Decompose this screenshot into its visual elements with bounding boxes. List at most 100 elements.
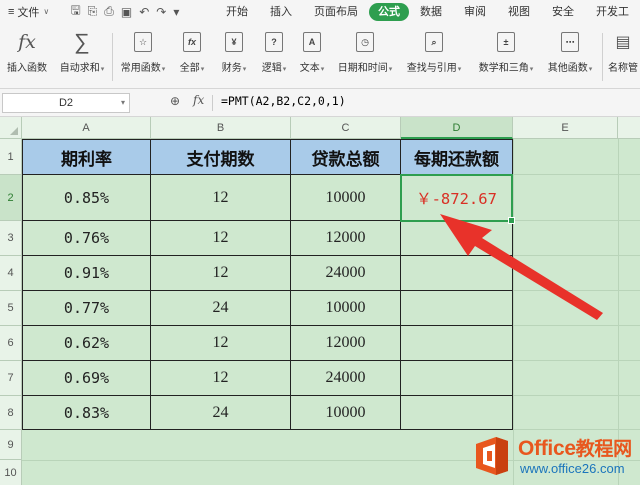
math-trig-button[interactable]: ± 数学和三角▾ [474, 29, 538, 74]
print-preview-icon[interactable]: ▣ [121, 5, 132, 19]
more-chevron-icon[interactable]: ▾ [173, 5, 179, 19]
common-functions-label: 常用函数 [120, 63, 161, 74]
cell-c1[interactable]: 贷款总额 [291, 140, 401, 175]
lookup-reference-button[interactable]: ⌕ 查找与引用▾ [402, 29, 466, 74]
save-icon[interactable]: 🖫 [70, 1, 80, 22]
common-functions-button[interactable]: ☆ 常用函数▾ [116, 29, 170, 74]
cell-d5[interactable] [401, 291, 513, 326]
tab-security[interactable]: 安全 [541, 3, 585, 21]
logical-functions-button[interactable]: ? 逻辑▾ [256, 29, 292, 74]
column-header-a[interactable]: A [22, 117, 151, 139]
cell-b6[interactable]: 12 [151, 326, 291, 361]
dropdown-caret-icon: ▾ [457, 66, 462, 73]
tab-data[interactable]: 数据 [409, 3, 453, 21]
grid-line [513, 255, 640, 256]
tab-review[interactable]: 审阅 [453, 3, 497, 21]
cell-d2[interactable]: ￥-872.67 [401, 175, 513, 221]
text-functions-button[interactable]: A 文本▾ [294, 29, 330, 74]
cell-a4[interactable]: 0.91% [23, 256, 151, 291]
cell-d4[interactable] [401, 256, 513, 291]
print-icon[interactable]: ⎙ [104, 4, 114, 19]
row-header-2[interactable]: 2 [0, 175, 22, 221]
cell-c6[interactable]: 12000 [291, 326, 401, 361]
row-header-5[interactable]: 5 [0, 291, 22, 326]
ribbon-divider [112, 33, 113, 81]
cell-b5[interactable]: 24 [151, 291, 291, 326]
tab-formulas[interactable]: 公式 [369, 2, 409, 21]
clock-book-icon: ◷ [356, 32, 374, 52]
zoom-search-icon[interactable]: ⊕ [170, 94, 180, 108]
all-functions-label: 全部 [179, 63, 200, 74]
insert-function-button[interactable]: fx 插入函数 [4, 29, 50, 74]
tab-home[interactable]: 开始 [215, 3, 259, 21]
cell-c4[interactable]: 24000 [291, 256, 401, 291]
cell-b4[interactable]: 12 [151, 256, 291, 291]
sigma-icon: ∑ [74, 29, 90, 54]
cell-c5[interactable]: 10000 [291, 291, 401, 326]
more-functions-button[interactable]: ⋯ 其他函数▾ [544, 29, 596, 74]
file-menu-label: 文件 [17, 6, 40, 19]
redo-icon[interactable]: ↷ [156, 5, 166, 19]
name-box[interactable]: D2 ▾ [2, 93, 130, 113]
row-header-4[interactable]: 4 [0, 256, 22, 291]
date-time-functions-label: 日期和时间 [337, 63, 388, 74]
cell-b2[interactable]: 12 [151, 175, 291, 221]
export-icon[interactable]: ⎘ [88, 4, 98, 19]
row-header-6[interactable]: 6 [0, 326, 22, 361]
cell-b8[interactable]: 24 [151, 396, 291, 430]
file-menu[interactable]: ≡ 文件 ∨ [0, 4, 64, 20]
cell-a6[interactable]: 0.62% [23, 326, 151, 361]
undo-icon[interactable]: ↶ [139, 5, 149, 19]
tab-insert[interactable]: 插入 [259, 3, 303, 21]
cell-b3[interactable]: 12 [151, 221, 291, 256]
cell-c2[interactable]: 10000 [291, 175, 401, 221]
cell-b7[interactable]: 12 [151, 361, 291, 396]
formula-input[interactable]: =PMT(A2,B2,C2,0,1) [221, 94, 346, 108]
column-header-f[interactable] [618, 117, 640, 139]
watermark-title-cn: 教程网 [575, 438, 632, 460]
spreadsheet-grid[interactable]: A B C D E 1 2 3 4 5 6 7 8 9 10 期利率 支付期数 … [0, 117, 640, 485]
select-all-corner[interactable] [0, 117, 22, 139]
row-header-3[interactable]: 3 [0, 221, 22, 256]
quick-access-toolbar: 🖫 ⎘ ⎙ ▣ ↶ ↷ ▾ [70, 1, 207, 22]
name-manager-button[interactable]: ▤ 名称管 [608, 29, 640, 74]
column-header-c[interactable]: C [291, 117, 401, 139]
tab-view[interactable]: 视图 [497, 3, 541, 21]
row-header-8[interactable]: 8 [0, 396, 22, 430]
ribbon-divider [602, 33, 603, 81]
cell-d6[interactable] [401, 326, 513, 361]
cell-a2[interactable]: 0.85% [23, 175, 151, 221]
autosum-button[interactable]: ∑ 自动求和▾ [56, 29, 108, 74]
column-header-d[interactable]: D [401, 117, 513, 139]
more-book-icon: ⋯ [561, 32, 579, 52]
cell-d3[interactable] [401, 221, 513, 256]
insert-function-fx-icon[interactable]: fx [193, 93, 204, 107]
column-header-b[interactable]: B [151, 117, 291, 139]
financial-functions-button[interactable]: ¥ 财务▾ [216, 29, 252, 74]
row-header-10[interactable]: 10 [0, 460, 22, 485]
cell-c3[interactable]: 12000 [291, 221, 401, 256]
cell-c8[interactable]: 10000 [291, 396, 401, 430]
cell-a3[interactable]: 0.76% [23, 221, 151, 256]
all-functions-button[interactable]: fx 全部▾ [176, 29, 208, 74]
row-header-9[interactable]: 9 [0, 430, 22, 460]
cell-d7[interactable] [401, 361, 513, 396]
office-logo-icon [476, 437, 508, 475]
cell-a1[interactable]: 期利率 [23, 140, 151, 175]
cell-d8[interactable] [401, 396, 513, 430]
cell-a7[interactable]: 0.69% [23, 361, 151, 396]
menu-bar: ≡ 文件 ∨ 🖫 ⎘ ⎙ ▣ ↶ ↷ ▾ 开始 插入 页面布局 公式 数据 审阅… [0, 0, 640, 23]
row-header-1[interactable]: 1 [0, 139, 22, 175]
tab-page-layout[interactable]: 页面布局 [303, 3, 369, 21]
cell-a5[interactable]: 0.77% [23, 291, 151, 326]
ribbon-toolbar: fx 插入函数 ∑ 自动求和▾ ☆ 常用函数▾ fx 全部▾ ¥ 财务▾ ? 逻… [0, 23, 640, 89]
cell-d1[interactable]: 每期还款额 [401, 140, 513, 175]
cell-b1[interactable]: 支付期数 [151, 140, 291, 175]
date-time-functions-button[interactable]: ◷ 日期和时间▾ [334, 29, 396, 74]
cell-a8[interactable]: 0.83% [23, 396, 151, 430]
tab-developer[interactable]: 开发工 [585, 3, 640, 21]
row-header-7[interactable]: 7 [0, 361, 22, 396]
cell-c7[interactable]: 24000 [291, 361, 401, 396]
column-header-e[interactable]: E [513, 117, 618, 139]
fx-icon: fx [18, 31, 36, 53]
